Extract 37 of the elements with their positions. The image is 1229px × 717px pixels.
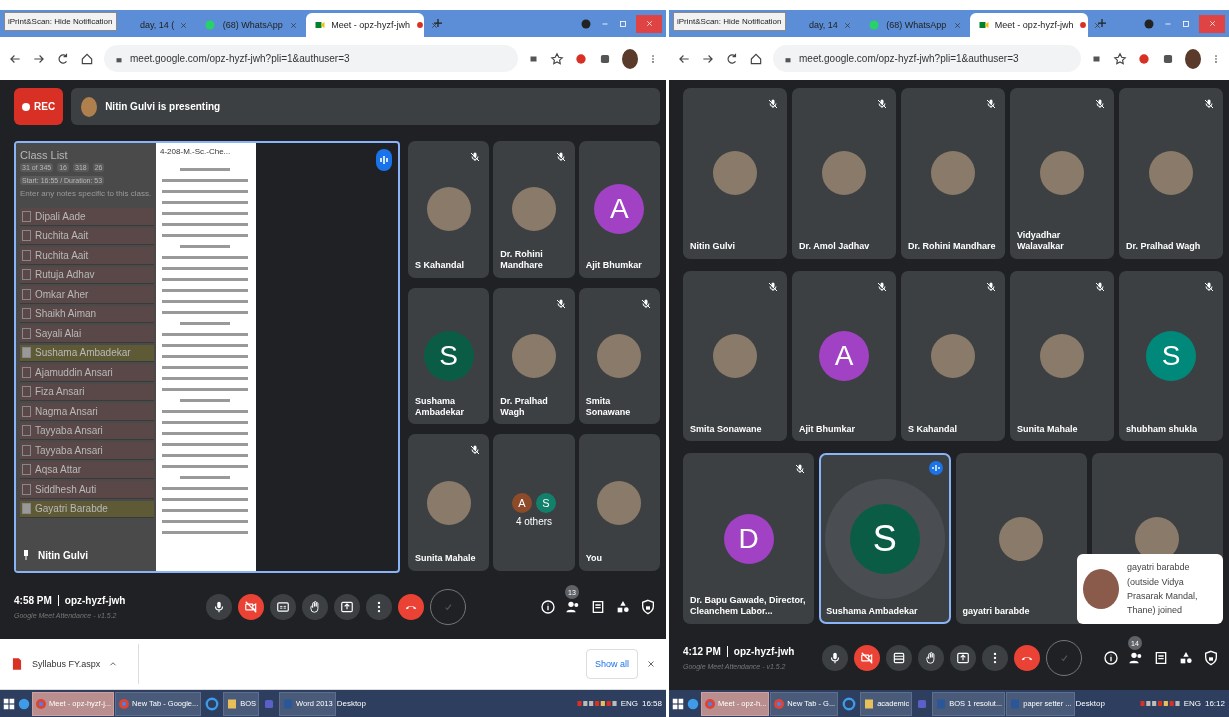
participant-name: Smita Sonawane — [690, 423, 763, 435]
participant-name: Ajit Bhumkar — [585, 259, 643, 271]
participant-name: Nitin Gulvi — [690, 240, 736, 252]
participant-name: shubham shukla — [1126, 423, 1198, 435]
tooltip: iPrint&Scan: Hide Notification — [673, 12, 786, 31]
document-title: 4-208-M.-Sc.-Che... — [160, 147, 232, 156]
participant-name: S Kahandal — [908, 423, 958, 435]
letter-avatar: A — [512, 492, 532, 513]
participant-name: Sunita Mahale — [1017, 423, 1079, 435]
meeting-code: opz-hyzf-jwh — [726, 646, 795, 657]
participant-name: Sushama Ambadekar — [415, 395, 466, 418]
letter-avatar: S — [423, 331, 474, 381]
class-list-title: Class List — [20, 149, 68, 161]
letter-avatar: A — [594, 184, 645, 235]
participant-name: Dr. Bapu Gawade, Director, Cleanchem Labor... — [690, 595, 807, 617]
presenter-text: Nitin Gulvi is presenting — [105, 101, 221, 112]
meeting-time: 4:12 PM — [683, 646, 721, 657]
participant-name: Ajit Bhumkar — [799, 423, 856, 435]
participant-name: Dr. Pralhad Wagh — [500, 395, 549, 418]
participant-name: You — [585, 553, 603, 564]
participant-count: 4 others — [514, 515, 554, 527]
participant-name: Sunita Mahale — [415, 553, 477, 564]
participant-name: Vidyadhar Walavalkar — [1017, 230, 1065, 252]
participant-name: Smita Sonawane — [585, 395, 632, 418]
meeting-code: opz-hyzf-jwh — [57, 595, 126, 606]
participant-name: Dr. Rohini Mandhare — [908, 240, 997, 252]
participant-name: Dr. Rohini Mandhare — [500, 249, 544, 271]
meeting-time: 4:58 PM — [14, 595, 52, 606]
participant-name: Sushama Ambadekar — [826, 606, 919, 617]
notification-text: gayatri barabde (outside Vidya Prasarak Mandal, Thane) joined — [1127, 561, 1199, 618]
participant-name: gayatri barabde — [962, 606, 1031, 617]
presenter-name: Nitin Gulvi — [38, 549, 88, 561]
participant-name: Dr. Pralhad Wagh — [1126, 240, 1202, 252]
tooltip: iPrint&Scan: Hide Notification — [4, 12, 117, 31]
participant-name: S Kahandal — [415, 259, 465, 271]
letter-avatar: S — [536, 492, 556, 513]
participant-name: Dr. Amol Jadhav — [799, 240, 871, 252]
